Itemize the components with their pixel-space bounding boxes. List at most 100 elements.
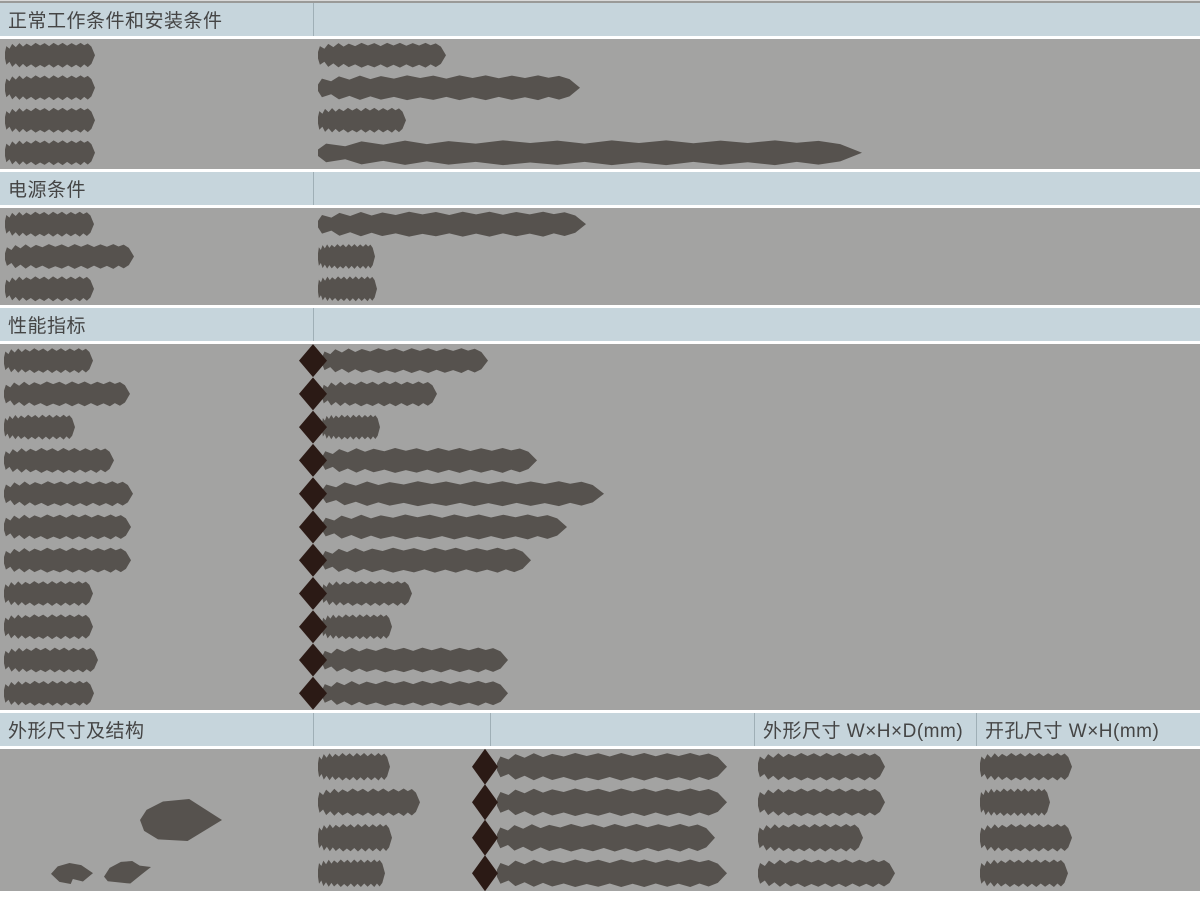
- redacted-text: [318, 858, 385, 888]
- bullet-diamond-icon: [472, 855, 498, 891]
- redacted-text: [980, 823, 1072, 853]
- header-cell: 正常工作条件和安装条件: [0, 3, 313, 36]
- section-body: [0, 749, 1200, 891]
- spec-section: 电源条件: [0, 172, 1200, 305]
- redacted-text: [318, 107, 406, 134]
- bullet-diamond-icon: [299, 377, 327, 410]
- table-row: [0, 444, 1200, 477]
- bullet-diamond-icon: [299, 411, 327, 444]
- section-body: [0, 39, 1200, 169]
- redacted-text: [318, 139, 862, 166]
- table-row: [0, 544, 1200, 577]
- table-row: [0, 39, 1200, 72]
- redacted-text: [4, 480, 133, 507]
- redacted-text: [322, 680, 508, 707]
- table-row: [0, 208, 1200, 240]
- table-row: [0, 856, 1200, 892]
- spec-table: 正常工作条件和安装条件电源条件性能指标外形尺寸及结构 外形尺寸 W×H×D(mm)…: [0, 0, 1200, 897]
- redacted-text: [980, 858, 1068, 888]
- bullet-diamond-icon: [472, 820, 498, 856]
- spec-section: 性能指标: [0, 308, 1200, 710]
- redacted-text: [322, 480, 604, 507]
- spec-section: 外形尺寸及结构 外形尺寸 W×H×D(mm) 开孔尺寸 W×H(mm): [0, 713, 1200, 891]
- bullet-diamond-icon: [299, 444, 327, 477]
- redacted-text: [497, 787, 727, 817]
- table-row: [0, 577, 1200, 610]
- section-title: 开孔尺寸 W×H(mm): [977, 716, 1159, 743]
- redacted-text: [4, 380, 130, 407]
- section-header-row: 正常工作条件和安装条件: [0, 3, 1200, 36]
- section-header-row: 电源条件: [0, 172, 1200, 205]
- redacted-text: [5, 211, 94, 238]
- redacted-text: [980, 787, 1050, 817]
- redacted-text: [318, 243, 375, 270]
- header-cell: 开孔尺寸 W×H(mm): [976, 713, 1200, 746]
- redacted-text: [318, 823, 392, 853]
- table-row: [0, 273, 1200, 305]
- header-cell-empty: [313, 3, 1200, 36]
- section-header-row: 性能指标: [0, 308, 1200, 341]
- redacted-text: [4, 547, 131, 574]
- redacted-text: [758, 787, 885, 817]
- redacted-text: [4, 647, 98, 674]
- redacted-text: [5, 243, 134, 270]
- redacted-text: [322, 580, 412, 607]
- section-header-row: 外形尺寸及结构 外形尺寸 W×H×D(mm) 开孔尺寸 W×H(mm): [0, 713, 1200, 746]
- table-row: [0, 749, 1200, 785]
- redacted-text: [497, 858, 727, 888]
- section-body: [0, 208, 1200, 305]
- table-row: [0, 477, 1200, 510]
- table-row: [0, 377, 1200, 410]
- redacted-text: [758, 752, 885, 782]
- header-cell: 外形尺寸及结构: [0, 713, 313, 746]
- bullet-diamond-icon: [299, 510, 327, 543]
- table-row: [0, 411, 1200, 444]
- spec-section: 正常工作条件和安装条件: [0, 3, 1200, 169]
- redacted-text: [318, 752, 390, 782]
- section-title: 性能指标: [0, 311, 86, 338]
- redacted-text: [4, 414, 75, 441]
- redacted-text: [4, 580, 93, 607]
- table-row: [0, 137, 1200, 170]
- redacted-text: [322, 447, 537, 474]
- bullet-diamond-icon: [472, 749, 498, 785]
- bullet-diamond-icon: [299, 344, 327, 377]
- redacted-text: [5, 139, 95, 166]
- redacted-text: [5, 42, 95, 69]
- redacted-text: [322, 547, 531, 574]
- table-row: [0, 510, 1200, 543]
- redacted-text: [980, 752, 1072, 782]
- redacted-text: [322, 380, 437, 407]
- header-cell-empty: [490, 713, 754, 746]
- redacted-text: [318, 787, 420, 817]
- header-cell-empty: [313, 172, 1200, 205]
- bullet-diamond-icon: [299, 544, 327, 577]
- redacted-text: [758, 823, 863, 853]
- redacted-text: [322, 613, 392, 640]
- redacted-text: [5, 275, 94, 302]
- redacted-text: [322, 647, 508, 674]
- header-cell: 外形尺寸 W×H×D(mm): [754, 713, 976, 746]
- redacted-text: [5, 74, 95, 101]
- header-cell-empty: [313, 308, 1200, 341]
- section-body: [0, 344, 1200, 710]
- redacted-text: [497, 823, 715, 853]
- redacted-text: [318, 74, 580, 101]
- bullet-diamond-icon: [472, 784, 498, 820]
- header-cell-empty: [313, 713, 490, 746]
- header-cell: 性能指标: [0, 308, 313, 341]
- redacted-text: [318, 275, 377, 302]
- redacted-text: [5, 107, 95, 134]
- redacted-text: [318, 42, 446, 69]
- table-row: [0, 240, 1200, 272]
- section-title: 外形尺寸 W×H×D(mm): [755, 716, 963, 743]
- bullet-diamond-icon: [299, 477, 327, 510]
- redacted-text: [4, 680, 94, 707]
- table-row: [0, 677, 1200, 710]
- bullet-diamond-icon: [299, 577, 327, 610]
- bullet-diamond-icon: [299, 610, 327, 643]
- table-row: [0, 104, 1200, 137]
- redacted-text: [4, 347, 93, 374]
- table-row: [0, 344, 1200, 377]
- table-row: [0, 610, 1200, 643]
